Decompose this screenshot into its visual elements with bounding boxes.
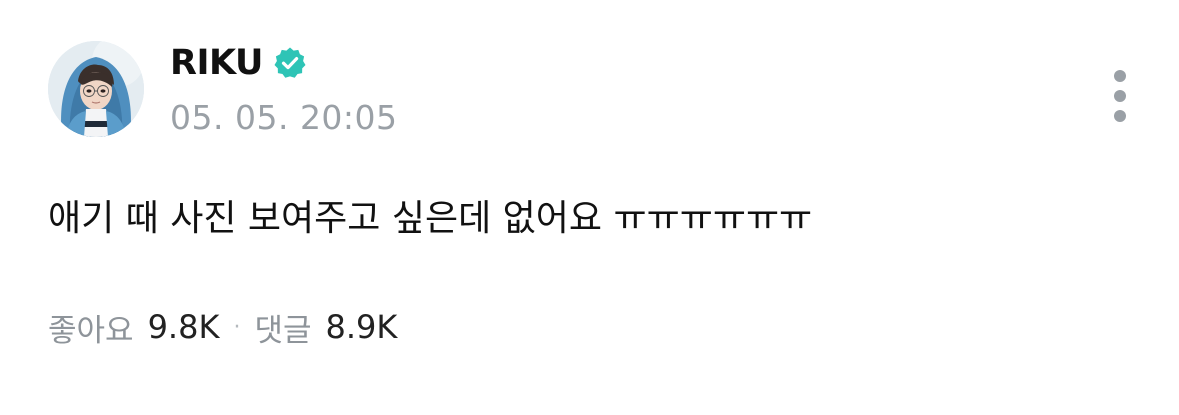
verified-badge-icon — [273, 46, 307, 80]
post-stats: 좋아요 9.8K · 댓글 8.9K — [48, 304, 397, 350]
post-text: 애기 때 사진 보여주고 싶은데 없어요 ㅠㅠㅠㅠㅠㅠ — [48, 198, 813, 239]
author-row: RIKU — [170, 40, 307, 86]
likes-stat[interactable]: 좋아요 9.8K — [48, 305, 219, 350]
comments-label: 댓글 — [254, 312, 312, 349]
likes-count: 9.8K — [147, 308, 220, 346]
avatar[interactable] — [48, 41, 144, 137]
username[interactable]: RIKU — [170, 40, 263, 86]
more-options-button[interactable] — [1104, 64, 1136, 128]
more-vertical-icon-dot — [1114, 90, 1126, 102]
more-vertical-icon-dot — [1114, 110, 1126, 122]
profile-photo — [48, 41, 144, 137]
stats-separator: · — [233, 314, 241, 340]
post-card: RIKU 05. 05. 20:05 애기 때 사진 보여주고 싶은데 없어요 … — [0, 0, 1179, 415]
post-timestamp: 05. 05. 20:05 — [170, 98, 398, 137]
likes-label: 좋아요 — [48, 312, 134, 349]
more-vertical-icon — [1114, 70, 1126, 82]
comments-stat[interactable]: 댓글 8.9K — [254, 305, 397, 350]
comments-count: 8.9K — [325, 308, 398, 346]
